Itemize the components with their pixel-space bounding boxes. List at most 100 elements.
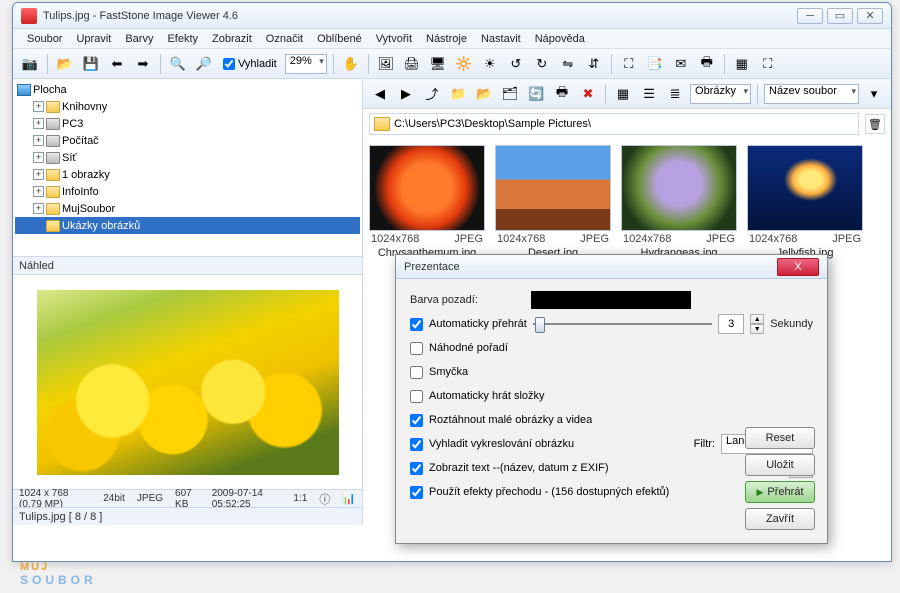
main-toolbar: 📷 📂 💾 ⬅ ➡ 🔍 🔎 Vyhladit 29% ✋ 🖼 🖨 🖥 🔆 ☀ ↺… xyxy=(13,49,891,79)
folder-icon[interactable]: 📂 xyxy=(473,83,495,105)
nav-back-icon[interactable]: ◀ xyxy=(369,83,391,105)
tool-icon[interactable]: 📑 xyxy=(644,53,666,75)
menu-napoveda[interactable]: Nápověda xyxy=(529,31,591,47)
thumbnail[interactable]: 1024x768JPEG Jellyfish.jpg xyxy=(747,145,863,259)
folder-icon xyxy=(374,117,390,131)
tool-icon[interactable]: 🖶 xyxy=(696,53,718,75)
filter-select[interactable]: Obrázky xyxy=(690,84,751,104)
tool-icon[interactable]: ▦ xyxy=(731,53,753,75)
fx-checkbox[interactable] xyxy=(410,486,423,499)
tool-icon[interactable]: 🖨 xyxy=(401,53,423,75)
menu-vytvorit[interactable]: Vytvořit xyxy=(370,31,418,47)
tool-icon[interactable]: ⛶ xyxy=(618,53,640,75)
tree-root[interactable]: Plocha xyxy=(33,84,67,96)
menu-barvy[interactable]: Barvy xyxy=(119,31,159,47)
tool-icon[interactable]: ⇋ xyxy=(557,53,579,75)
info-icon[interactable]: ⓘ xyxy=(319,491,330,507)
dialog-close-button[interactable]: X xyxy=(777,258,819,276)
menu-zobrazit[interactable]: Zobrazit xyxy=(206,31,258,47)
minimize-button[interactable]: ─ xyxy=(797,8,823,24)
random-label: Náhodné pořadí xyxy=(429,342,508,354)
thumbnail[interactable]: 1024x768JPEG Hydrangeas.jpg xyxy=(621,145,737,259)
tool-icon[interactable]: ⇵ xyxy=(583,53,605,75)
interval-slider[interactable] xyxy=(533,316,712,332)
interval-value[interactable] xyxy=(718,314,744,334)
menu-upravit[interactable]: Upravit xyxy=(70,31,117,47)
next-icon[interactable]: ➡ xyxy=(132,53,154,75)
autofolders-checkbox[interactable] xyxy=(410,390,423,403)
histogram-icon[interactable]: 📊 xyxy=(342,492,356,505)
smooth-checkbox[interactable]: Vyhladit xyxy=(223,58,277,70)
trash-icon[interactable]: 🗑 xyxy=(865,114,885,134)
tool-icon[interactable]: ✉ xyxy=(670,53,692,75)
dialog-titlebar: Prezentace X xyxy=(396,255,827,279)
open-icon[interactable]: 📂 xyxy=(54,53,76,75)
tree-item[interactable]: +MujSoubor xyxy=(15,200,360,217)
sort-dir-icon[interactable]: ▾ xyxy=(863,83,885,105)
play-button[interactable]: Přehrát xyxy=(745,481,815,503)
nav-up-icon[interactable]: ⤴ xyxy=(421,83,443,105)
tool-icon[interactable]: 🔆 xyxy=(453,53,475,75)
loop-label: Smyčka xyxy=(429,366,468,378)
delete-icon[interactable]: ✖ xyxy=(577,83,599,105)
fullscreen-icon[interactable]: ⛶ xyxy=(757,53,779,75)
smoothdraw-checkbox[interactable] xyxy=(410,438,423,451)
nav-fwd-icon[interactable]: ▶ xyxy=(395,83,417,105)
zoom-select[interactable]: 29% xyxy=(285,54,327,74)
tree-item[interactable]: +PC3 xyxy=(15,115,360,132)
tool-icon[interactable]: 🖶 xyxy=(551,83,573,105)
interval-spinner[interactable]: ▲▼ xyxy=(750,314,764,334)
tree-item[interactable]: +1 obrazky xyxy=(15,166,360,183)
folder-icon[interactable]: 🗂 xyxy=(499,83,521,105)
reset-button[interactable]: Reset xyxy=(745,427,815,449)
acquire-icon[interactable]: 📷 xyxy=(19,53,41,75)
menu-nastavit[interactable]: Nastavit xyxy=(475,31,527,47)
preview-pane xyxy=(13,275,362,489)
close-button[interactable]: ✕ xyxy=(857,8,883,24)
maximize-button[interactable]: ▭ xyxy=(827,8,853,24)
showtext-checkbox[interactable] xyxy=(410,462,423,475)
menu-nastroje[interactable]: Nástroje xyxy=(420,31,473,47)
view-list-icon[interactable]: ≣ xyxy=(664,83,686,105)
menu-oblibene[interactable]: Oblíbené xyxy=(311,31,368,47)
menu-oznacit[interactable]: Označit xyxy=(260,31,309,47)
refresh-icon[interactable]: 🔄 xyxy=(525,83,547,105)
close-dialog-button[interactable]: Zavřít xyxy=(745,508,815,530)
random-checkbox[interactable] xyxy=(410,342,423,355)
prev-icon[interactable]: ⬅ xyxy=(106,53,128,75)
tool-icon[interactable]: ☀ xyxy=(479,53,501,75)
thumbnail[interactable]: 1024x768JPEG Desert.jpg xyxy=(495,145,611,259)
bg-color-label: Barva pozadí: xyxy=(410,294,525,306)
tool-icon[interactable]: ↺ xyxy=(505,53,527,75)
path-bar[interactable]: C:\Users\PC3\Desktop\Sample Pictures\ xyxy=(369,113,859,135)
save-icon[interactable]: 💾 xyxy=(80,53,102,75)
loop-checkbox[interactable] xyxy=(410,366,423,379)
zoom-in-icon[interactable]: 🔍 xyxy=(167,53,189,75)
folder-icon[interactable]: 📁 xyxy=(447,83,469,105)
menu-soubor[interactable]: Soubor xyxy=(21,31,68,47)
view-thumb-icon[interactable]: ▦ xyxy=(612,83,634,105)
tool-icon[interactable]: 🖼 xyxy=(375,53,397,75)
tree-item[interactable]: +Síť xyxy=(15,149,360,166)
hand-icon[interactable]: ✋ xyxy=(340,53,362,75)
tool-icon[interactable]: 🖥 xyxy=(427,53,449,75)
tree-item[interactable]: +Knihovny xyxy=(15,98,360,115)
tool-icon[interactable]: ↻ xyxy=(531,53,553,75)
zoom-out-icon[interactable]: 🔎 xyxy=(193,53,215,75)
thumbnail[interactable]: 1024x768JPEG Chrysanthemum.jpg xyxy=(369,145,485,259)
watermark-logo: MUJSOUBOR xyxy=(20,550,97,587)
bg-color-swatch[interactable] xyxy=(531,291,691,309)
menubar: Soubor Upravit Barvy Efekty Zobrazit Ozn… xyxy=(13,29,891,49)
stretch-checkbox[interactable] xyxy=(410,414,423,427)
path-text: C:\Users\PC3\Desktop\Sample Pictures\ xyxy=(394,118,591,130)
sort-select[interactable]: Název soubor xyxy=(764,84,859,104)
folder-tree[interactable]: Plocha +Knihovny+PC3+Počítač+Síť+1 obraz… xyxy=(13,79,362,257)
save-button[interactable]: Uložit xyxy=(745,454,815,476)
tree-item[interactable]: Ukázky obrázků xyxy=(15,217,360,234)
menu-efekty[interactable]: Efekty xyxy=(161,31,204,47)
autoplay-checkbox[interactable] xyxy=(410,318,423,331)
view-detail-icon[interactable]: ☰ xyxy=(638,83,660,105)
tree-item[interactable]: +InfoInfo xyxy=(15,183,360,200)
tree-item[interactable]: +Počítač xyxy=(15,132,360,149)
preview-image[interactable] xyxy=(37,290,339,475)
